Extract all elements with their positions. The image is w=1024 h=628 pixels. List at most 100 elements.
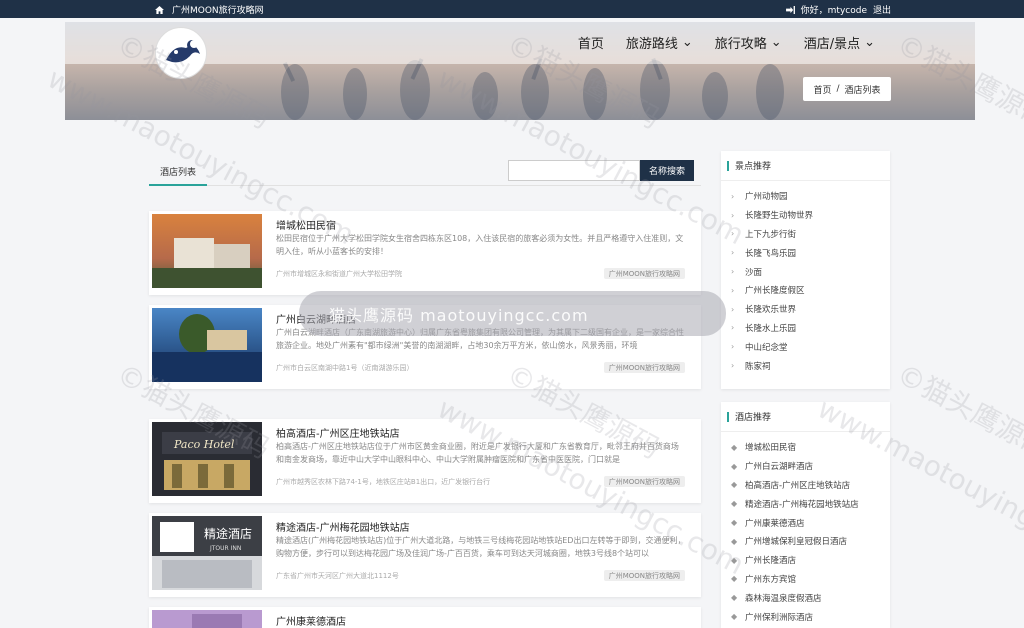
svg-text:Paco Hotel: Paco Hotel <box>173 438 235 451</box>
top-bar-right: 你好，mtycode 退出 <box>785 3 891 16</box>
scenic-item[interactable]: › 长隆欢乐世界 <box>731 300 890 319</box>
home-icon[interactable] <box>155 5 164 14</box>
nav-home[interactable]: 首页 <box>578 33 604 52</box>
hotel-address: 广州市越秀区农林下路74-1号，地铁区庄站B1出口，近广发银行台行 <box>276 478 491 486</box>
scenic-item[interactable]: › 沙面 <box>731 262 890 281</box>
hotel-thumbnail[interactable]: 精途酒店 JTOUR INN <box>152 516 262 590</box>
tag-icon: ◆ <box>731 593 738 603</box>
breadcrumb-current: 酒店列表 <box>844 85 881 96</box>
tag-icon: ◆ <box>731 574 738 584</box>
hotel-address: 广州市白云区南湖中路1号（近南湖游乐园） <box>276 364 414 372</box>
hotel-title[interactable]: 精途酒店-广州梅花园地铁站店 <box>276 519 410 534</box>
greeting-text: 你好，mtycode <box>800 6 867 16</box>
hotel-card[interactable]: 精途酒店 JTOUR INN 精途酒店-广州梅花园地铁站店 精途酒店(广州梅花园… <box>149 513 701 597</box>
scenic-item[interactable]: › 广州动物园 <box>731 187 890 206</box>
site-logo[interactable] <box>155 27 207 79</box>
search-button[interactable]: 名称搜索 <box>640 160 694 181</box>
scenic-item[interactable]: › 中山纪念堂 <box>731 337 890 356</box>
hotel-title[interactable]: 增城松田民宿 <box>276 217 336 232</box>
scenic-panel-title: 景点推荐 <box>721 151 890 181</box>
hotel-panel-title: 酒店推荐 <box>721 402 890 432</box>
hotel-item[interactable]: ◆ 增城松田民宿 <box>731 438 890 457</box>
scenic-list: › 广州动物园 › 长隆野生动物世界 › 上下九步行街 › 长隆飞鸟乐园 › 沙面 › 广州… <box>721 181 890 379</box>
chevron-down-icon: ⌄ <box>864 35 875 50</box>
chevron-right-icon: › <box>731 361 735 371</box>
tag-icon: ◆ <box>731 518 738 528</box>
scenic-item[interactable]: › 上下九步行街 <box>731 225 890 244</box>
scenic-item[interactable]: › 长隆野生动物世界 <box>731 206 890 225</box>
source-tag: 广州MOON旅行攻略网 <box>603 476 685 487</box>
chevron-right-icon: › <box>731 342 735 352</box>
chevron-down-icon: ⌄ <box>770 35 782 50</box>
hotel-desc: 精途酒店(广州梅花园地铁站店)位于广州大道北路，与地铁三号线梅花园站地铁站ED出… <box>276 536 686 558</box>
hotel-thumbnail[interactable] <box>152 214 262 288</box>
search-input[interactable] <box>508 160 640 181</box>
source-tag: 广州MOON旅行攻略网 <box>603 362 685 373</box>
username[interactable]: mtycode <box>828 6 867 16</box>
tag-icon: ◆ <box>731 555 738 565</box>
nav-guides[interactable]: 旅行攻略 ⌄ <box>715 33 782 52</box>
chevron-right-icon: › <box>731 248 735 258</box>
chevron-down-icon: ⌄ <box>681 35 693 50</box>
site-name-link[interactable]: 广州MOON旅行攻略网 <box>172 3 264 16</box>
hotel-thumbnail[interactable]: Paco Hotel <box>152 422 262 496</box>
hotel-thumbnail[interactable] <box>152 308 262 382</box>
hotel-card[interactable]: 增城松田民宿 松田民宿位于广州大学松田学院女生宿舍四栋东区108，入住该民宿的旅… <box>149 211 701 295</box>
svg-text:精途酒店: 精途酒店 <box>204 526 252 541</box>
scenic-item[interactable]: › 广州长隆度假区 <box>731 281 890 300</box>
chevron-right-icon: › <box>731 191 735 201</box>
source-tag: 广州MOON旅行攻略网 <box>603 570 685 581</box>
hotel-thumbnail[interactable] <box>152 610 262 628</box>
scenic-item[interactable]: › 陈家祠 <box>731 356 890 375</box>
header-banner: 首页 旅游路线 ⌄ 旅行攻略 ⌄ 酒店/景点 ⌄ 首页 / 酒店列表 <box>65 22 975 120</box>
watermark-overlay-banner: 猫头鹰源码 maotouyingcc.com <box>299 291 726 336</box>
nav-hotels-scenic[interactable]: 酒店/景点 ⌄ <box>804 33 875 52</box>
scenic-recommend-panel: 景点推荐 › 广州动物园 › 长隆野生动物世界 › 上下九步行街 › 长隆飞鸟乐园 › 沙… <box>721 151 890 389</box>
tag-icon: ◆ <box>731 499 738 509</box>
scenic-item[interactable]: › 长隆飞鸟乐园 <box>731 243 890 262</box>
chevron-right-icon: › <box>731 323 735 333</box>
breadcrumb-sep: / <box>836 84 840 94</box>
chevron-right-icon: › <box>731 285 735 295</box>
nav-routes[interactable]: 旅游路线 ⌄ <box>626 33 693 52</box>
hotel-title[interactable]: 广州康莱德酒店 <box>276 613 346 628</box>
hotel-address: 广东省广州市天河区广州大道北1112号 <box>276 572 399 580</box>
top-bar: 广州MOON旅行攻略网 你好，mtycode 退出 <box>0 0 1024 18</box>
hotel-item[interactable]: ◆ 精途酒店-广州梅花园地铁站店 <box>731 494 890 513</box>
main-nav: 首页 旅游路线 ⌄ 旅行攻略 ⌄ 酒店/景点 ⌄ <box>578 33 875 52</box>
hotel-card[interactable]: Paco Hotel 柏高酒店-广州区庄地铁站店 柏高酒店-广州区庄地铁站店位于… <box>149 419 701 503</box>
watermark: ©猫头鹰源码 <box>891 357 1024 466</box>
hotel-item[interactable]: ◆ 广州保利洲际酒店 <box>731 607 890 626</box>
breadcrumb: 首页 / 酒店列表 <box>803 77 891 101</box>
login-icon <box>785 5 795 14</box>
hotel-recommend-panel: 酒店推荐 ◆ 增城松田民宿 ◆ 广州白云湖畔酒店 ◆ 柏高酒店-广州区庄地铁站店 ◆ 精… <box>721 402 890 628</box>
hotel-item[interactable]: ◆ 广州东方宾馆 <box>731 570 890 589</box>
tab-hotel-list[interactable]: 酒店列表 <box>149 159 207 186</box>
chevron-right-icon: › <box>731 267 735 277</box>
hotel-item[interactable]: ◆ 森林海温泉度假酒店 <box>731 588 890 607</box>
chevron-right-icon: › <box>731 229 735 239</box>
tag-icon: ◆ <box>731 442 738 452</box>
breadcrumb-home[interactable]: 首页 <box>813 83 831 96</box>
tag-icon: ◆ <box>731 612 738 622</box>
hotel-item[interactable]: ◆ 广州增城保利皇冠假日酒店 <box>731 532 890 551</box>
scenic-item[interactable]: › 长隆水上乐园 <box>731 319 890 338</box>
chevron-right-icon: › <box>731 304 735 314</box>
logout-link[interactable]: 退出 <box>873 3 891 16</box>
tag-icon: ◆ <box>731 480 738 490</box>
source-tag: 广州MOON旅行攻略网 <box>603 268 685 279</box>
chevron-right-icon: › <box>731 210 735 220</box>
hotel-card[interactable]: 广州康莱德酒店 <box>149 607 701 628</box>
svg-text:JTOUR INN: JTOUR INN <box>209 545 241 552</box>
tag-icon: ◆ <box>731 536 738 546</box>
hotel-item[interactable]: ◆ 广州康莱德酒店 <box>731 513 890 532</box>
hotel-desc: 柏高酒店-广州区庄地铁站店位于广州市区黄金商业圈，附近是广发银行大厦和广东省教育… <box>276 442 679 464</box>
tag-icon: ◆ <box>731 461 738 471</box>
hotel-title[interactable]: 柏高酒店-广州区庄地铁站店 <box>276 425 400 440</box>
hotel-item[interactable]: ◆ 广州白云湖畔酒店 <box>731 457 890 476</box>
top-bar-left: 广州MOON旅行攻略网 <box>155 3 264 16</box>
hotel-list-panel: 酒店列表 名称搜索 增城松田民宿 松田民宿位于广州大学松田学院女生宿舍四栋东区1… <box>149 145 701 628</box>
hotel-address: 广州市增城区永和街道广州大学松田学院 <box>276 270 402 278</box>
hotel-item[interactable]: ◆ 广州长隆酒店 <box>731 551 890 570</box>
hotel-item[interactable]: ◆ 柏高酒店-广州区庄地铁站店 <box>731 476 890 495</box>
